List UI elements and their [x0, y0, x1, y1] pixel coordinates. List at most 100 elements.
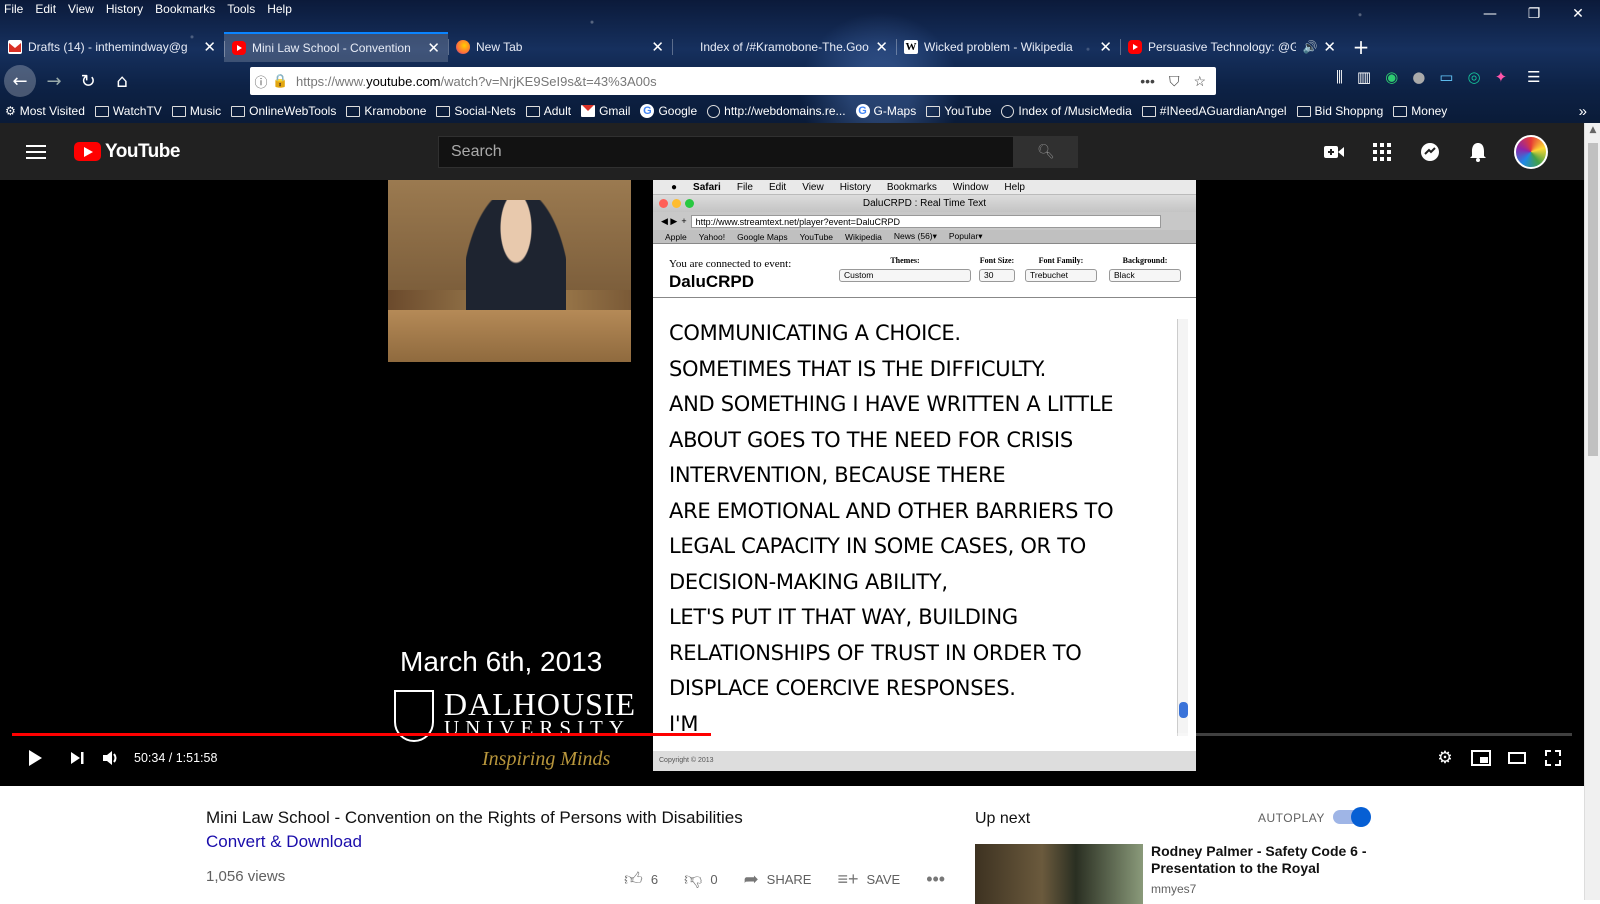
tab-index-kramobone[interactable]: Index of /#Kramobone-The.Good/ ✕ — [672, 32, 896, 62]
close-tab-icon[interactable]: ✕ — [427, 39, 440, 57]
messages-icon[interactable] — [1406, 132, 1454, 172]
grammarly-icon[interactable]: ◎ — [1467, 68, 1480, 86]
youtube-icon — [232, 41, 246, 55]
fullscreen-icon[interactable] — [1538, 738, 1568, 778]
video-player[interactable]: March 6th, 2013 DALHOUSIE UNIVERSITY Ins… — [0, 180, 1584, 786]
tab-new-tab[interactable]: New Tab ✕ — [448, 32, 672, 62]
next-button[interactable] — [62, 738, 92, 778]
extension-icon[interactable]: ● — [1412, 68, 1425, 86]
volume-button[interactable] — [96, 738, 126, 778]
minimize-button[interactable]: — — [1468, 0, 1512, 28]
menu-history[interactable]: History — [106, 2, 143, 20]
tab-youtube-active[interactable]: Mini Law School - Convention ✕ — [224, 32, 448, 62]
close-tab-icon[interactable]: ✕ — [651, 38, 664, 56]
like-button[interactable]: 👍︎ 6 — [624, 868, 658, 890]
recommended-video-title[interactable]: Rodney Palmer - Safety Code 6 - Presenta… — [1151, 843, 1371, 877]
recommended-video-channel[interactable]: mmyes7 — [1151, 882, 1196, 896]
menu-tools[interactable]: Tools — [227, 2, 255, 20]
folder-icon — [94, 105, 109, 117]
back-button[interactable]: ← — [4, 65, 36, 97]
bookmark-index-musicmedia[interactable]: Index of /MusicMedia — [996, 104, 1136, 118]
open-menu-icon[interactable]: ☰ — [1527, 68, 1540, 86]
bookmark-gmail[interactable]: Gmail — [576, 104, 635, 118]
scrollbar-thumb[interactable] — [1588, 143, 1598, 456]
bookmark-social-nets[interactable]: Social-Nets — [431, 104, 520, 118]
menu-bookmarks[interactable]: Bookmarks — [155, 2, 215, 20]
guide-menu-icon[interactable] — [26, 144, 46, 159]
globe-icon — [680, 40, 694, 54]
reload-button[interactable]: ↻ — [72, 65, 104, 97]
create-video-icon[interactable] — [1310, 132, 1358, 172]
close-tab-icon[interactable]: ✕ — [1323, 38, 1336, 56]
new-tab-button[interactable]: + — [1344, 32, 1378, 62]
bookmarks-overflow-icon[interactable]: » — [1574, 103, 1592, 120]
apps-grid-icon[interactable] — [1358, 132, 1406, 172]
bookmark-youtube[interactable]: YouTube — [921, 104, 996, 118]
extension-icon[interactable]: ◉ — [1385, 68, 1398, 86]
address-bar[interactable]: ⓘ 🔒 https://www.youtube.com/watch?v=NrjK… — [250, 67, 1216, 95]
tab-gmail[interactable]: Drafts (14) - inthemindway@g ✕ — [0, 32, 224, 62]
sidebar-icon[interactable]: ▥ — [1357, 68, 1371, 86]
search-button[interactable]: 🔍︎ — [1014, 136, 1078, 168]
menu-view[interactable]: View — [68, 2, 94, 20]
forward-button[interactable]: → — [38, 65, 70, 97]
bookmark-music[interactable]: Music — [167, 104, 226, 118]
close-tab-icon[interactable]: ✕ — [1099, 38, 1112, 56]
youtube-logo[interactable]: YouTube — [74, 141, 180, 163]
pocket-icon[interactable]: ⛉ — [1169, 73, 1180, 90]
bookmark-onlinewebtools[interactable]: OnlineWebTools — [226, 104, 341, 118]
page-scrollbar[interactable]: ▲ — [1584, 123, 1600, 900]
library-icon[interactable]: ⫼ — [1336, 68, 1343, 86]
bookmark-star-icon[interactable]: ☆ — [1193, 73, 1206, 90]
tab-wikipedia[interactable]: W Wicked problem - Wikipedia ✕ — [896, 32, 1120, 62]
more-actions-button[interactable]: ••• — [926, 869, 945, 890]
bookmark-adult[interactable]: Adult — [521, 104, 576, 118]
theater-mode-icon[interactable] — [1502, 738, 1532, 778]
bookmark-most-visited[interactable]: ⚙ Most Visited — [0, 104, 90, 118]
bookmark-money[interactable]: Money — [1388, 104, 1452, 118]
search-input[interactable] — [438, 136, 1014, 168]
close-tab-icon[interactable]: ✕ — [875, 38, 888, 56]
recommended-video-thumbnail[interactable] — [975, 844, 1143, 904]
extension-icon[interactable]: ✦ — [1495, 68, 1508, 86]
page-actions-icon[interactable]: ••• — [1140, 73, 1155, 90]
settings-gear-icon[interactable]: ⚙ — [1430, 738, 1460, 778]
bookmark-ineedaguardianangel[interactable]: #INeedAGuardianAngel — [1137, 104, 1292, 118]
gmail-icon — [581, 105, 596, 117]
tab-persuasive-technology[interactable]: Persuasive Technology: @G 🔊 ✕ — [1120, 32, 1344, 62]
bookmark-watchtv[interactable]: WatchTV — [90, 104, 167, 118]
scroll-up-icon[interactable]: ▲ — [1585, 125, 1600, 135]
bookmark-kramobone[interactable]: Kramobone — [341, 104, 431, 118]
share-button[interactable]: ➦ SHARE — [744, 869, 812, 890]
autoplay-toggle[interactable] — [1333, 807, 1371, 827]
safari-bookmarks: Apple Yahoo! Google Maps YouTube Wikiped… — [653, 230, 1196, 244]
bookmark-bid-shoppng[interactable]: Bid Shoppng — [1292, 104, 1389, 118]
info-icon[interactable]: ⓘ — [250, 72, 272, 91]
close-window-button[interactable]: ✕ — [1556, 0, 1600, 28]
notifications-bell-icon[interactable] — [1454, 132, 1502, 172]
bookmark-google[interactable]: G Google — [635, 104, 702, 118]
menu-file[interactable]: File — [4, 2, 23, 20]
convert-download-link[interactable]: Convert & Download — [206, 832, 362, 852]
home-button[interactable]: ⌂ — [106, 65, 138, 97]
lock-icon[interactable]: 🔒 — [272, 73, 290, 89]
close-tab-icon[interactable]: ✕ — [203, 38, 216, 56]
restore-button[interactable]: ❐ — [1512, 0, 1556, 28]
avatar[interactable] — [1514, 134, 1548, 169]
miniplayer-icon[interactable] — [1466, 738, 1496, 778]
play-button[interactable] — [20, 738, 50, 778]
youtube-header: YouTube 🔍︎ — [0, 123, 1584, 180]
speaker-icon[interactable]: 🔊 — [1302, 40, 1317, 54]
bookmark-g-maps[interactable]: G G-Maps — [851, 104, 922, 118]
url-text[interactable]: https://www.youtube.com/watch?v=NrjKE9Se… — [290, 74, 1140, 89]
menu-help[interactable]: Help — [267, 2, 292, 20]
speaker-video-frame — [388, 180, 631, 362]
thumbs-up-icon: 👍︎ — [624, 869, 643, 889]
folder-icon — [436, 105, 451, 117]
screenshot-icon[interactable]: ▭ — [1439, 68, 1453, 86]
dislike-button[interactable]: 👎︎ 0 — [684, 868, 718, 890]
save-button[interactable]: ≡+ SAVE — [837, 869, 900, 890]
progress-bar[interactable] — [12, 733, 1572, 736]
menu-edit[interactable]: Edit — [35, 2, 56, 20]
bookmark-webdomains[interactable]: http://webdomains.re... — [702, 104, 850, 118]
